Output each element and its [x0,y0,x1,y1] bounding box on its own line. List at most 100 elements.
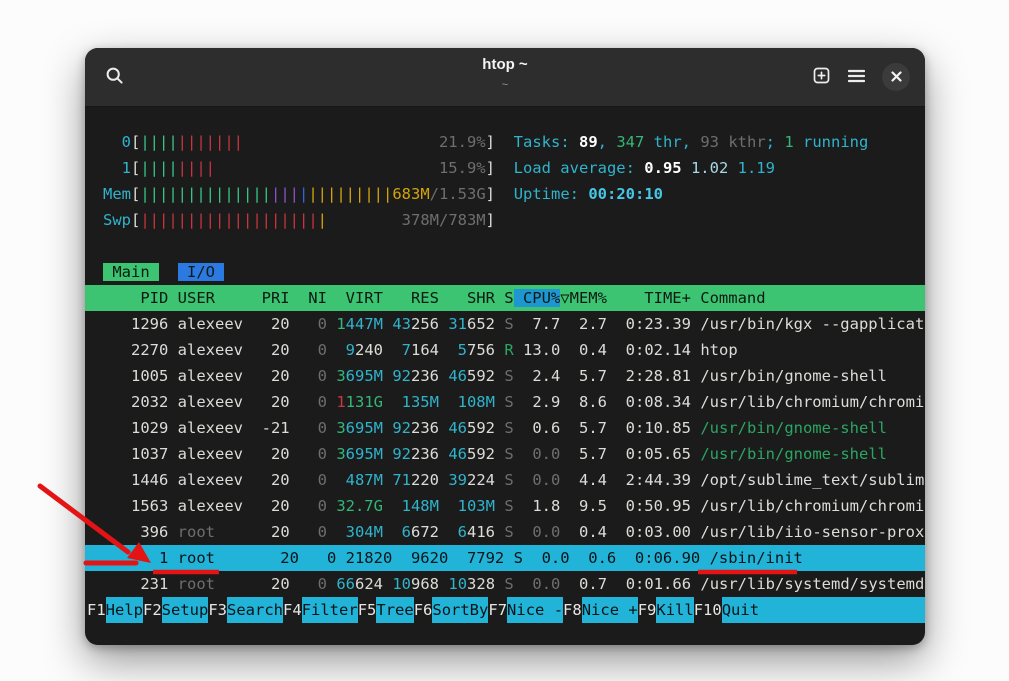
text-segment: 0 [103,133,131,151]
text-segment [383,575,392,593]
text-segment: 240 [355,341,383,359]
text-segment: 1.19 [738,159,775,177]
text-segment: 231 [103,575,178,593]
text-segment: 2.4 5.7 2:28.81 [514,367,701,385]
process-row[interactable]: 1029 alexeev -21 0 3695M 92236 46592 S 0… [85,415,925,441]
fkey-label-filter[interactable]: Filter [302,597,358,623]
text-segment: |||| [178,159,215,177]
text-segment: 0.7 0:01.66 [560,575,700,593]
fkey-f9[interactable]: F9 [638,597,657,623]
text-segment: S [495,393,514,411]
text-segment: 5 [458,341,467,359]
text-segment: /usr/lib/systemd/systemd [700,575,924,593]
fkey-label-help[interactable]: Help [106,597,143,623]
new-tab-button[interactable] [812,66,831,88]
text-segment [439,419,448,437]
process-row[interactable]: 1296 alexeev 20 0 1447M 43256 31652 S 7.… [85,311,925,337]
text-segment: S [495,523,514,541]
close-button[interactable] [882,63,910,91]
fkey-f10[interactable]: F10 [694,597,722,623]
process-row[interactable]: 396 root 20 0 304M 6672 6416 S 0.0 0.4 0… [85,519,925,545]
menu-button[interactable] [848,69,865,86]
text-segment: 0 [290,393,327,411]
process-table-header[interactable]: PID USER PRI NI VIRT RES SHR S CPU%▽MEM%… [85,285,925,311]
fkey-label-setup[interactable]: Setup [162,597,209,623]
process-row[interactable]: 1446 alexeev 20 0 487M 71220 39224 S 0.0… [85,467,925,493]
text-segment: -21 [262,419,290,437]
fkey-label-nice--[interactable]: Nice - [507,597,563,623]
fkey-f8[interactable]: F8 [563,597,582,623]
tab-main[interactable]: Main [103,263,159,281]
text-segment: 1037 alexeev 20 [103,445,290,463]
fkey-label-quit[interactable]: Quit [722,597,759,623]
fkey-f6[interactable]: F6 [414,597,433,623]
screen-tabs: Main I/O [85,259,925,285]
text-segment [327,445,336,463]
text-segment [327,575,336,593]
process-row[interactable]: 1563 alexeev 20 0 32.7G 148M 103M S 1.8 … [85,493,925,519]
fkey-f7[interactable]: F7 [488,597,507,623]
text-segment: 0.6 5.7 0:10.85 [514,419,701,437]
text-segment: ||||||||| [308,185,392,203]
fkey-label-search[interactable]: Search [227,597,283,623]
text-segment: |||||||||||||| [140,185,271,203]
text-segment: 0 [290,523,327,541]
process-row[interactable]: 2032 alexeev 20 0 1131G 135M 108M S 2.9 … [85,389,925,415]
text-segment: 487M [327,471,383,489]
fkey-label-sortby[interactable]: SortBy [432,597,488,623]
text-segment: 0.0 [514,575,561,593]
text-segment: 13.0 0.4 0:02.14 [514,341,701,359]
text-segment: 0 [290,497,327,515]
process-row[interactable]: 2270 alexeev 20 0 9240 7164 5756 R 13.0 … [85,337,925,363]
console-window: htop ~ ~ [85,48,925,645]
fkey-f4[interactable]: F4 [283,597,302,623]
text-segment: 4.4 2:44.39 [560,471,700,489]
text-segment: 46 [448,367,467,385]
text-segment [383,523,402,541]
fkey-f5[interactable]: F5 [358,597,377,623]
text-segment: 10 [448,575,467,593]
fkey-f2[interactable]: F2 [143,597,162,623]
text-segment: 0 [290,445,327,463]
terminal[interactable]: 0[||||||||||| 21.9%] Tasks: 89, 347 thr,… [85,107,925,645]
text-segment: 5.7 0:05.65 [560,445,700,463]
process-row[interactable]: 231 root 20 0 66624 10968 10328 S 0.0 0.… [85,571,925,597]
text-segment: root [178,523,262,541]
new-tab-icon [812,66,831,88]
text-segment: ; [766,133,785,151]
hamburger-menu-icon [848,69,865,86]
text-segment: 3 [336,419,345,437]
text-segment: , [682,133,701,151]
text-segment: ] [486,211,495,229]
tab-gap [159,263,178,281]
meters-area: 0[||||||||||| 21.9%] Tasks: 89, 347 thr,… [85,129,925,233]
fkey-f1[interactable]: F1 [87,597,106,623]
text-segment: 756 [467,341,495,359]
text-segment: 683M [392,185,429,203]
text-segment [327,393,336,411]
text-segment: 592 [467,445,495,463]
process-row[interactable]: 1037 alexeev 20 0 3695M 92236 46592 S 0.… [85,441,925,467]
process-table: 1296 alexeev 20 0 1447M 43256 31652 S 7.… [85,311,925,597]
fkey-label-nice-+[interactable]: Nice + [582,597,638,623]
fkey-label-tree[interactable]: Tree [376,597,413,623]
process-row-selected[interactable]: 1 root 20 0 21820 9620 7792 S 0.0 0.6 0:… [85,545,925,571]
fkey-label-kill[interactable]: Kill [656,597,693,623]
text-segment [383,471,392,489]
fkey-bar-filler [759,597,925,623]
search-button[interactable] [101,63,129,91]
text-segment: 695M [346,419,383,437]
text-segment: ] [486,185,495,203]
text-segment: 89 [579,133,598,151]
text-segment: root [178,575,262,593]
fkey-f3[interactable]: F3 [208,597,227,623]
text-segment: 2.9 8.6 0:08.34 [514,393,701,411]
text-segment: 1005 alexeev 20 [103,367,290,385]
text-segment: 46 [448,445,467,463]
tab-io[interactable]: I/O [178,263,225,281]
text-segment: 624 [355,575,383,593]
text-segment [327,211,402,229]
window-subtitle: ~ [85,78,925,93]
process-row[interactable]: 1005 alexeev 20 0 3695M 92236 46592 S 2.… [85,363,925,389]
text-segment: /usr/bin/gnome-shell [700,419,887,437]
